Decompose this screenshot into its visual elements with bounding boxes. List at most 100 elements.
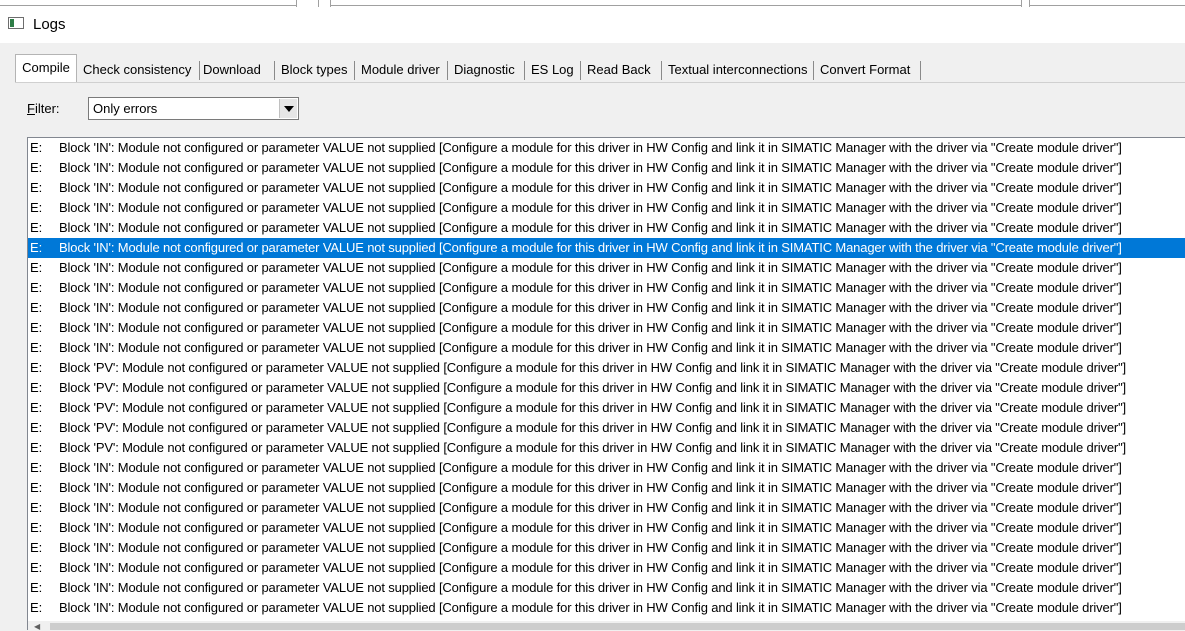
log-level: E:	[30, 280, 43, 295]
scrollbar-thumb[interactable]	[50, 623, 1185, 630]
tab-separator	[354, 61, 355, 80]
list-item[interactable]: E: Block 'IN': Module not configured or p…	[28, 158, 1185, 178]
list-item[interactable]: E: Block 'PV': Module not configured or p…	[28, 438, 1185, 458]
tab-label: Textual interconnections	[668, 62, 808, 77]
list-item[interactable]: E: Block 'IN': Module not configured or p…	[28, 338, 1185, 358]
log-level: E:	[30, 340, 43, 355]
log-level: E:	[30, 380, 43, 395]
log-message: Block 'IN': Module not configured or par…	[59, 480, 1122, 495]
list-item[interactable]: E: Block 'IN': Module not configured or p…	[28, 538, 1185, 558]
window-title: Logs	[33, 16, 66, 33]
window-app-icon	[8, 17, 24, 29]
log-level: E:	[30, 520, 43, 535]
background-edge-divider	[296, 0, 297, 7]
list-item[interactable]: E: Block 'IN': Module not configured or p…	[28, 498, 1185, 518]
list-item[interactable]: E: Block 'IN': Module not configured or p…	[28, 198, 1185, 218]
log-message: Block 'IN': Module not configured or par…	[59, 240, 1122, 255]
tab-separator	[524, 61, 525, 80]
list-item[interactable]: E: Block 'IN': Module not configured or p…	[28, 318, 1185, 338]
log-level: E:	[30, 580, 43, 595]
tab-module-driver[interactable]: Module driver	[357, 57, 448, 82]
log-message: Block 'IN': Module not configured or par…	[59, 340, 1122, 355]
chevron-down-icon[interactable]	[279, 99, 297, 118]
tab-read-back[interactable]: Read Back	[583, 57, 662, 82]
title-bar[interactable]: Logs	[0, 7, 1185, 43]
log-level: E:	[30, 460, 43, 475]
list-item[interactable]: E: Block 'IN': Module not configured or p…	[28, 558, 1185, 578]
background-edge-segment	[0, 0, 296, 6]
tab-separator	[813, 61, 814, 80]
background-edge-segment	[331, 0, 1021, 6]
list-item[interactable]: E: Block 'IN': Module not configured or p…	[28, 138, 1185, 158]
horizontal-scrollbar[interactable]: ◀	[27, 621, 1185, 631]
list-item[interactable]: E: Block 'PV': Module not configured or p…	[28, 378, 1185, 398]
list-item[interactable]: E: Block 'IN': Module not configured or p…	[28, 458, 1185, 478]
list-item[interactable]: E: Block 'IN': Module not configured or p…	[28, 478, 1185, 498]
tab-label: Block types	[281, 62, 348, 77]
filter-label-text: Filter:	[27, 101, 60, 116]
log-message: Block 'PV': Module not configured or par…	[59, 400, 1127, 415]
tab-label: Read Back	[587, 62, 651, 77]
list-item[interactable]: E: Block 'IN': Module not configured or p…	[28, 518, 1185, 538]
log-level: E:	[30, 360, 43, 375]
log-list[interactable]: E: Block 'IN': Module not configured or p…	[27, 137, 1185, 621]
background-edge-divider	[318, 0, 319, 7]
log-level: E:	[30, 480, 43, 495]
tab-label: Convert Format	[820, 62, 911, 77]
log-level: E:	[30, 220, 43, 235]
tab-label: Download	[203, 62, 261, 77]
log-level: E:	[30, 300, 43, 315]
tab-compile[interactable]: Compile	[15, 54, 77, 82]
log-message: Block 'IN': Module not configured or par…	[59, 500, 1122, 515]
background-edge-divider	[1021, 0, 1022, 7]
log-message: Block 'IN': Module not configured or par…	[59, 140, 1122, 155]
log-level: E:	[30, 200, 43, 215]
tab-block-types[interactable]: Block types	[277, 57, 355, 82]
tab-check-consistency[interactable]: Check consistency	[79, 57, 200, 82]
tab-separator	[447, 61, 448, 80]
log-level: E:	[30, 540, 43, 555]
tab-diagnostic[interactable]: Diagnostic	[450, 57, 525, 82]
filter-dropdown-value: Only errors	[93, 101, 158, 116]
tab-download[interactable]: Download	[199, 57, 275, 82]
tab-separator	[920, 61, 921, 80]
tab-panel-border	[15, 82, 1185, 83]
list-item[interactable]: E: Block 'IN': Module not configured or p…	[28, 278, 1185, 298]
list-item[interactable]: E: Block 'PV': Module not configured or p…	[28, 418, 1185, 438]
tab-textual-interconnections[interactable]: Textual interconnections	[664, 57, 814, 82]
tab-separator	[274, 61, 275, 80]
log-message: Block 'IN': Module not configured or par…	[59, 300, 1122, 315]
tab-es-log[interactable]: ES Log	[527, 57, 581, 82]
log-level: E:	[30, 440, 43, 455]
log-level: E:	[30, 320, 43, 335]
tab-label: Module driver	[361, 62, 440, 77]
filter-dropdown[interactable]: Only errors	[88, 97, 299, 120]
log-level: E:	[30, 140, 43, 155]
tab-convert-format[interactable]: Convert Format	[816, 57, 921, 82]
tab-label: Check consistency	[83, 62, 192, 77]
list-item[interactable]: E: Block 'IN': Module not configured or p…	[28, 298, 1185, 318]
log-message: Block 'IN': Module not configured or par…	[59, 540, 1122, 555]
log-level: E:	[30, 400, 43, 415]
log-message: Block 'IN': Module not configured or par…	[59, 320, 1122, 335]
list-item[interactable]: E: Block 'IN': Module not configured or p…	[28, 258, 1185, 278]
list-item[interactable]: E: Block 'IN': Module not configured or p…	[28, 218, 1185, 238]
background-window-edge	[0, 0, 1185, 7]
list-item[interactable]: E: Block 'IN': Module not configured or p…	[28, 238, 1185, 258]
list-item[interactable]: E: Block 'IN': Module not configured or p…	[28, 178, 1185, 198]
log-level: E:	[30, 160, 43, 175]
list-item[interactable]: E: Block 'PV': Module not configured or p…	[28, 398, 1185, 418]
log-level: E:	[30, 240, 43, 255]
tab-separator	[580, 61, 581, 80]
list-item[interactable]: E: Block 'IN': Module not configured or p…	[28, 598, 1185, 618]
tab-label: ES Log	[531, 62, 574, 77]
log-message: Block 'IN': Module not configured or par…	[59, 260, 1122, 275]
log-message: Block 'IN': Module not configured or par…	[59, 220, 1122, 235]
list-item[interactable]: E: Block 'IN': Module not configured or p…	[28, 578, 1185, 598]
list-item[interactable]: E: Block 'PV': Module not configured or p…	[28, 358, 1185, 378]
tab-label: Compile	[22, 60, 70, 75]
log-message: Block 'IN': Module not configured or par…	[59, 280, 1122, 295]
log-level: E:	[30, 260, 43, 275]
log-message: Block 'IN': Module not configured or par…	[59, 520, 1122, 535]
log-message: Block 'IN': Module not configured or par…	[59, 460, 1122, 475]
